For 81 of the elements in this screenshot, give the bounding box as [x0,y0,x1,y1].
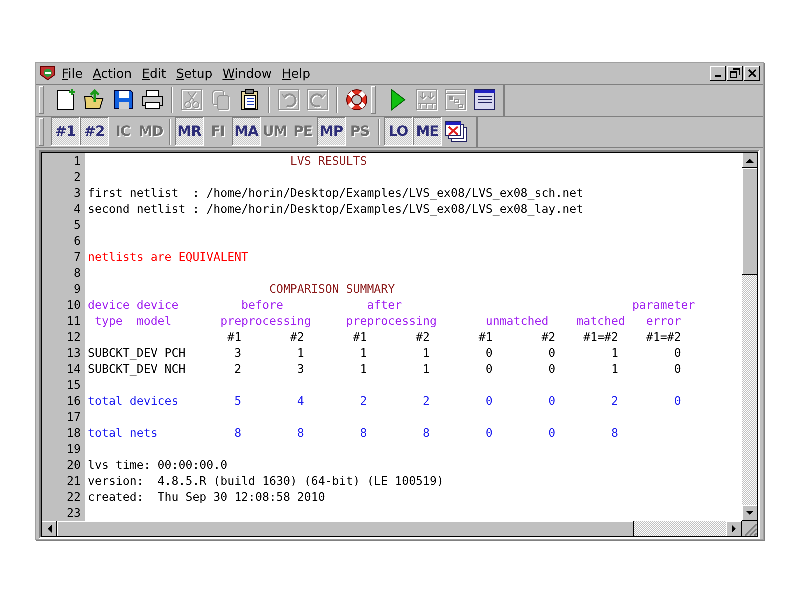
scroll-up-button[interactable] [742,152,758,168]
toggle-button[interactable]: MP [317,117,346,146]
line-number: 1 [41,153,85,170]
up-arrow-icon [746,158,754,163]
line-number: 7 [41,249,85,266]
undo-icon [276,88,300,112]
line-number: 16 [41,393,85,410]
line-number: 5 [41,217,85,234]
arrow-grid-icon [414,88,438,112]
save-icon [112,88,136,112]
text-line: LVS RESULTS [289,153,368,170]
toggle-button[interactable]: MA [232,117,261,146]
toggle-button[interactable]: #2 [80,117,109,146]
lifebuoy-icon [344,88,368,112]
menu-item[interactable]: Setup [176,66,213,81]
line-number: 9 [41,281,85,298]
line-number: 14 [41,361,85,378]
line-number: 3 [41,185,85,202]
close-icon [748,68,756,78]
text-line: second netlist : /home/horin/Desktop/Examples/LVS_ex08/LVS_ex08_lay.net [87,201,584,218]
toggle-button[interactable]: ME [413,117,442,146]
restore-icon [730,68,740,78]
line-number: 21 [41,473,85,490]
menu-item[interactable]: Action [92,66,132,81]
menu-item[interactable]: File [62,66,83,81]
text-line: SUBCKT_DEV PCH 3 1 1 1 0 0 1 0 [87,345,682,362]
toggle-button[interactable]: LO [384,117,413,146]
line-number: 10 [41,297,85,314]
scroll-down-button[interactable] [742,505,758,522]
text-line: COMPARISON SUMMARY [268,281,396,298]
close-button[interactable] [744,66,760,81]
scissors-icon [180,88,204,112]
left-arrow-icon [46,525,52,534]
text-line: total nets 8 8 8 8 0 0 8 [87,425,618,442]
line-number: 2 [41,169,85,186]
menu-item[interactable]: Edit [142,66,166,81]
line-number: 18 [41,425,85,442]
menu-item[interactable]: Window [222,66,272,81]
down-arrow-icon [746,510,754,516]
line-number: 12 [41,329,85,346]
app-logo-icon[interactable] [40,65,56,82]
menu-item[interactable]: Help [282,66,311,81]
restore-button[interactable] [727,66,743,81]
printer-icon [140,88,164,112]
hierarchy-window-icon [444,88,468,112]
close-windows-icon [445,120,469,144]
open-folder-icon [82,88,106,112]
text-line: type model preprocessing preprocessing unmatched matched error [94,313,682,330]
scroll-right-button[interactable] [726,521,742,538]
text-line: #1 #2 #1 #2 #1 #2 #1=#2 #1=#2 [226,329,682,346]
toggle-button[interactable]: MR [175,117,204,146]
line-number: 23 [41,505,85,522]
text-line: total devices 5 4 2 2 0 0 2 0 [87,393,682,410]
text-line: SUBCKT_DEV NCH 2 3 1 1 0 0 1 0 [87,361,682,378]
text-line: lvs time: 00:00:00.0 [87,457,228,474]
line-number: 22 [41,489,85,506]
scroll-left-button[interactable] [41,521,57,538]
line-number: 11 [41,313,85,330]
text-line: created: Thu Sep 30 12:08:58 2010 [87,489,326,506]
text-line: netlists are EQUIVALENT [87,249,249,266]
scroll-thumb[interactable] [742,168,758,276]
horizontal-scrollbar[interactable] [41,521,742,538]
vertical-scrollbar[interactable] [742,152,758,522]
line-number: 8 [41,265,85,282]
redo-icon [306,88,330,112]
right-arrow-icon [732,525,736,534]
text-line: device device before after parameter [87,297,696,314]
line-number: 17 [41,409,85,426]
line-number: 15 [41,377,85,394]
line-number: 6 [41,233,85,250]
toggle-button[interactable]: #1 [51,117,80,146]
line-number: 20 [41,457,85,474]
line-number: 13 [41,345,85,362]
text-line: version: 4.8.5.R (build 1630) (64-bit) (LE 100519) [87,473,444,490]
text-line: first netlist : /home/horin/Desktop/Examples/LVS_ex08/LVS_ex08_sch.net [87,185,584,202]
minimize-button[interactable] [710,66,726,81]
line-number: 4 [41,201,85,218]
scroll-thumb[interactable] [57,521,634,538]
window-list-icon [472,88,496,112]
resize-grip-icon[interactable] [742,521,758,538]
line-number: 19 [41,441,85,458]
